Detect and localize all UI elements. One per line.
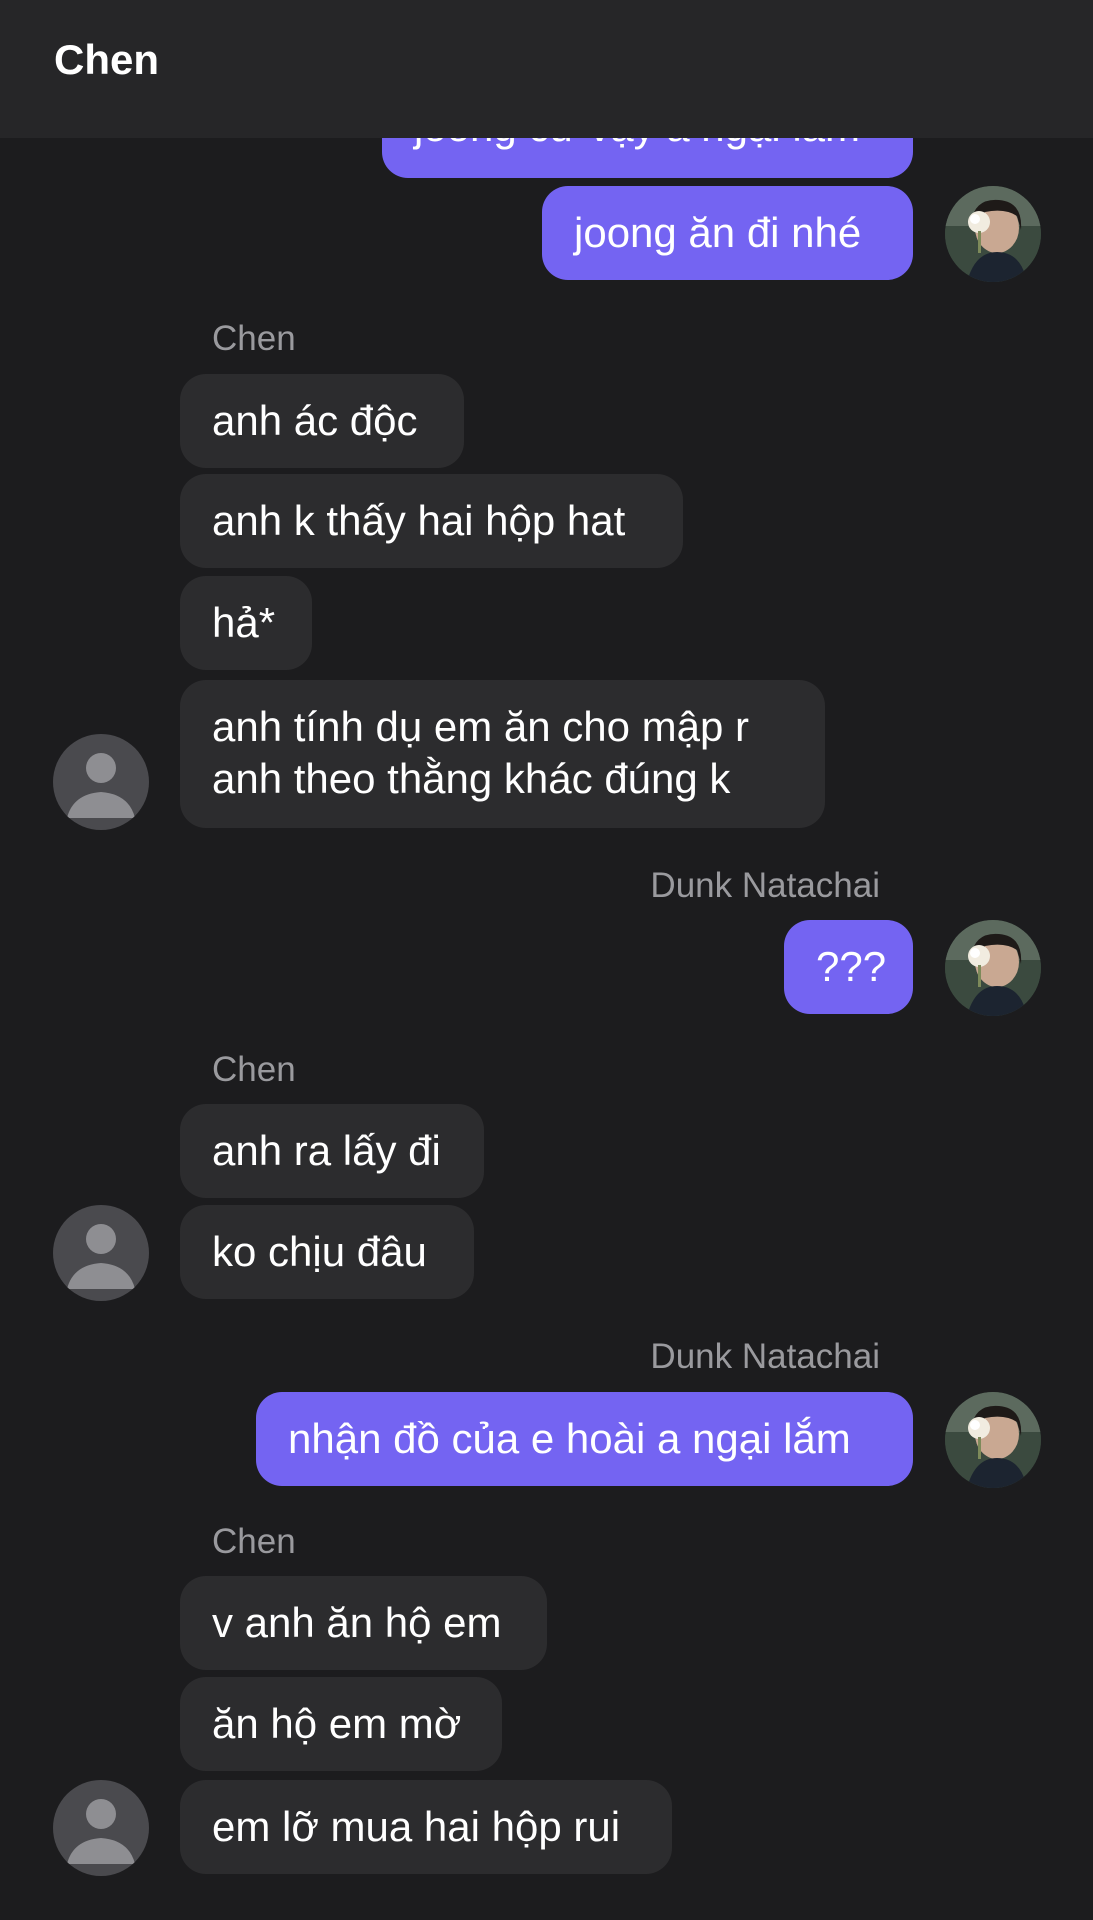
user-avatar[interactable] <box>945 1392 1041 1488</box>
message-text: nhận đồ của e hoài a ngại lắm <box>288 1415 851 1462</box>
contact-avatar[interactable] <box>53 1780 149 1876</box>
sender-name: Chen <box>212 319 296 358</box>
message-list[interactable]: joong cứ vậy a ngại lắm joong ăn đi nhé … <box>0 0 1093 1920</box>
message-text: ??? <box>816 943 887 990</box>
profile-photo-icon <box>945 1392 1041 1488</box>
user-avatar[interactable] <box>945 920 1041 1016</box>
outgoing-message[interactable]: joong ăn đi nhé <box>542 186 913 280</box>
message-text: v anh ăn hộ em <box>212 1599 502 1646</box>
message-text: anh k thấy hai hộp hat <box>212 497 626 544</box>
chat-header: Chen <box>0 0 1093 138</box>
chat-title[interactable]: Chen <box>54 34 159 86</box>
incoming-message[interactable]: anh tính dụ em ăn cho mập r anh theo thằ… <box>180 680 825 828</box>
incoming-message[interactable]: anh ác độc <box>180 374 464 468</box>
message-text-line: anh tính dụ em ăn cho mập r <box>212 703 749 750</box>
outgoing-message[interactable]: ??? <box>784 920 913 1014</box>
message-text-line: anh theo thằng khác đúng k <box>212 755 731 802</box>
message-text: joong ăn đi nhé <box>574 209 862 256</box>
person-silhouette-icon <box>67 1799 135 1864</box>
incoming-message[interactable]: ăn hộ em mờ <box>180 1677 502 1771</box>
incoming-message[interactable]: em lỡ mua hai hộp rui <box>180 1780 672 1874</box>
sender-name: Chen <box>212 1050 296 1089</box>
contact-avatar[interactable] <box>53 734 149 830</box>
incoming-message[interactable]: anh ra lấy đi <box>180 1104 484 1198</box>
message-text: anh ra lấy đi <box>212 1127 441 1174</box>
sender-name: Dunk Natachai <box>650 866 880 905</box>
sender-name: Dunk Natachai <box>650 1337 880 1376</box>
message-text: anh ác độc <box>212 397 418 444</box>
outgoing-message[interactable]: nhận đồ của e hoài a ngại lắm <box>256 1392 913 1486</box>
incoming-message[interactable]: v anh ăn hộ em <box>180 1576 547 1670</box>
person-silhouette-icon <box>67 753 135 818</box>
person-silhouette-icon <box>67 1224 135 1289</box>
incoming-message[interactable]: ko chịu đâu <box>180 1205 474 1299</box>
user-avatar[interactable] <box>945 186 1041 282</box>
contact-avatar[interactable] <box>53 1205 149 1301</box>
profile-photo-icon <box>945 920 1041 1016</box>
incoming-message[interactable]: anh k thấy hai hộp hat <box>180 474 683 568</box>
message-text: hả* <box>212 599 276 646</box>
message-text: em lỡ mua hai hộp rui <box>212 1803 621 1850</box>
profile-photo-icon <box>945 186 1041 282</box>
message-text: ko chịu đâu <box>212 1228 427 1275</box>
message-text: ăn hộ em mờ <box>212 1700 462 1747</box>
sender-name: Chen <box>212 1522 296 1561</box>
incoming-message[interactable]: hả* <box>180 576 312 670</box>
